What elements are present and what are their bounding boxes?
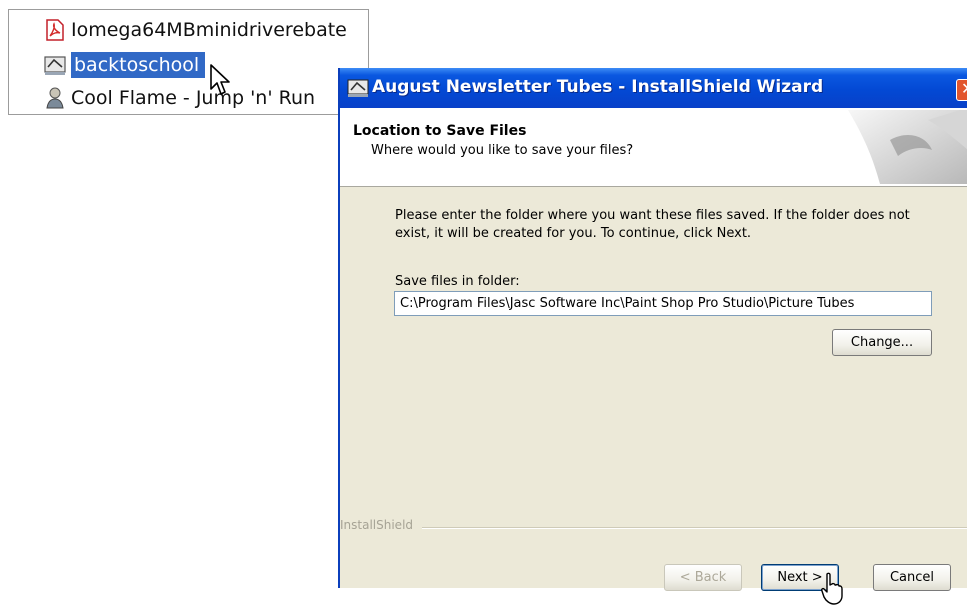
close-icon: ✕ <box>961 79 967 98</box>
folder-label: Save files in folder: <box>395 274 520 289</box>
installshield-wizard-window: August Newsletter Tubes - InstallShield … <box>338 68 967 605</box>
file-item-label: backtoschool <box>71 52 206 78</box>
file-item-iomega[interactable]: Iomega64MBminidriverebate <box>43 15 347 45</box>
title-bar[interactable]: August Newsletter Tubes - InstallShield … <box>340 68 967 108</box>
close-button[interactable]: ✕ <box>956 79 967 101</box>
pdf-icon <box>46 19 64 41</box>
installer-icon <box>347 79 369 97</box>
step-subtitle: Where would you like to save your files? <box>371 143 634 158</box>
file-item-label: Cool Flame - Jump 'n' Run <box>71 87 316 109</box>
window-title: August Newsletter Tubes - InstallShield … <box>372 77 824 97</box>
file-item-cool-flame[interactable]: Cool Flame - Jump 'n' Run <box>43 83 315 113</box>
brand-text: InstallShield <box>340 518 418 532</box>
figure-icon <box>46 87 64 109</box>
installer-icon <box>44 56 66 75</box>
save-folder-input[interactable]: C:\Program Files\Jasc Software Inc\Paint… <box>394 291 932 316</box>
instructions-text: Please enter the folder where you want t… <box>395 208 910 241</box>
file-item-label: Iomega64MBminidriverebate <box>71 19 347 41</box>
step-title: Location to Save Files <box>353 123 527 139</box>
file-item-backtoschool[interactable]: backtoschool <box>43 50 206 80</box>
mouse-pointer-icon <box>210 64 230 95</box>
installshield-brand: InstallShield <box>340 518 967 532</box>
wizard-header: Location to Save Files Where would you l… <box>340 108 967 187</box>
hand-pointer-icon <box>821 572 843 605</box>
page-curl-graphic <box>848 110 967 184</box>
desktop-file-list: Iomega64MBminidriverebate backtoschool C… <box>8 9 369 115</box>
change-button[interactable]: Change... <box>832 329 932 356</box>
